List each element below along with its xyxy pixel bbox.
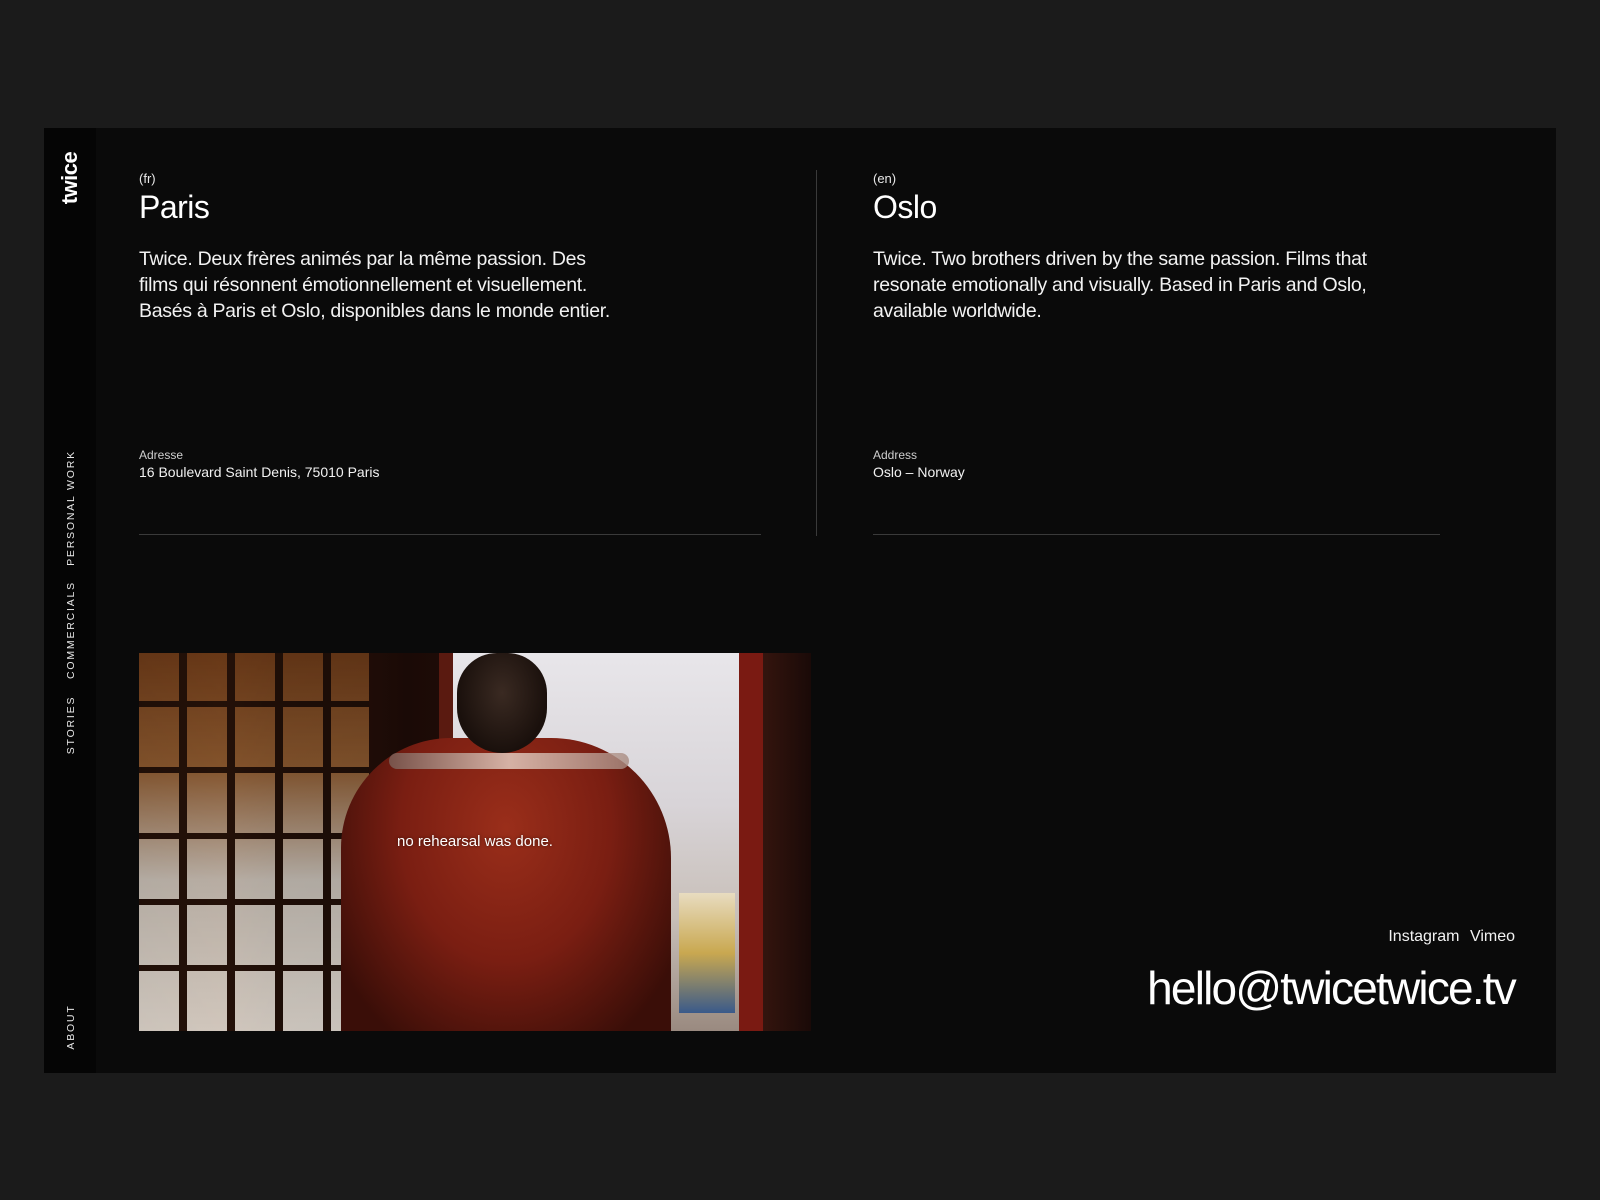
divider [139,534,761,535]
video-wall-poster [679,893,735,1013]
language-tag: (en) [873,171,897,186]
address-label: Adresse [139,448,184,462]
video-jacket-stripe [389,753,629,769]
language-tag: (fr) [139,171,156,186]
page-frame: twice PERSONAL WORK COMMERCIALS STORIES … [44,128,1556,1073]
city-title: Oslo [873,189,937,225]
nav-commercials[interactable]: COMMERCIALS [65,581,77,679]
description: Twice. Two brothers driven by the same p… [873,248,1367,322]
logo[interactable]: twice [57,152,83,205]
nav-about[interactable]: ABOUT [65,1004,77,1049]
sidebar: twice PERSONAL WORK COMMERCIALS STORIES … [44,128,96,1073]
city-title: Paris [139,189,210,225]
nav-personal-work[interactable]: PERSONAL WORK [65,450,77,566]
column-divider [816,170,817,536]
instagram-link[interactable]: Instagram [1388,928,1459,945]
address-label: Address [873,448,918,462]
description: Twice. Deux frères animés par la même pa… [139,248,610,322]
social-links: Instagram Vimeo [1382,928,1515,946]
video-person-head [457,653,547,753]
address-value: 16 Boulevard Saint Denis, 75010 Paris [139,464,380,480]
divider [873,534,1440,535]
email-link[interactable]: hello@twicetwice.tv [1147,961,1517,1015]
video-person-jacket [341,738,671,1031]
nav-stories[interactable]: STORIES [65,696,77,755]
video-player[interactable]: no rehearsal was done. [139,653,811,1031]
vimeo-link[interactable]: Vimeo [1470,928,1515,945]
video-caption: no rehearsal was done. [397,833,553,850]
address-value: Oslo – Norway [873,464,965,480]
